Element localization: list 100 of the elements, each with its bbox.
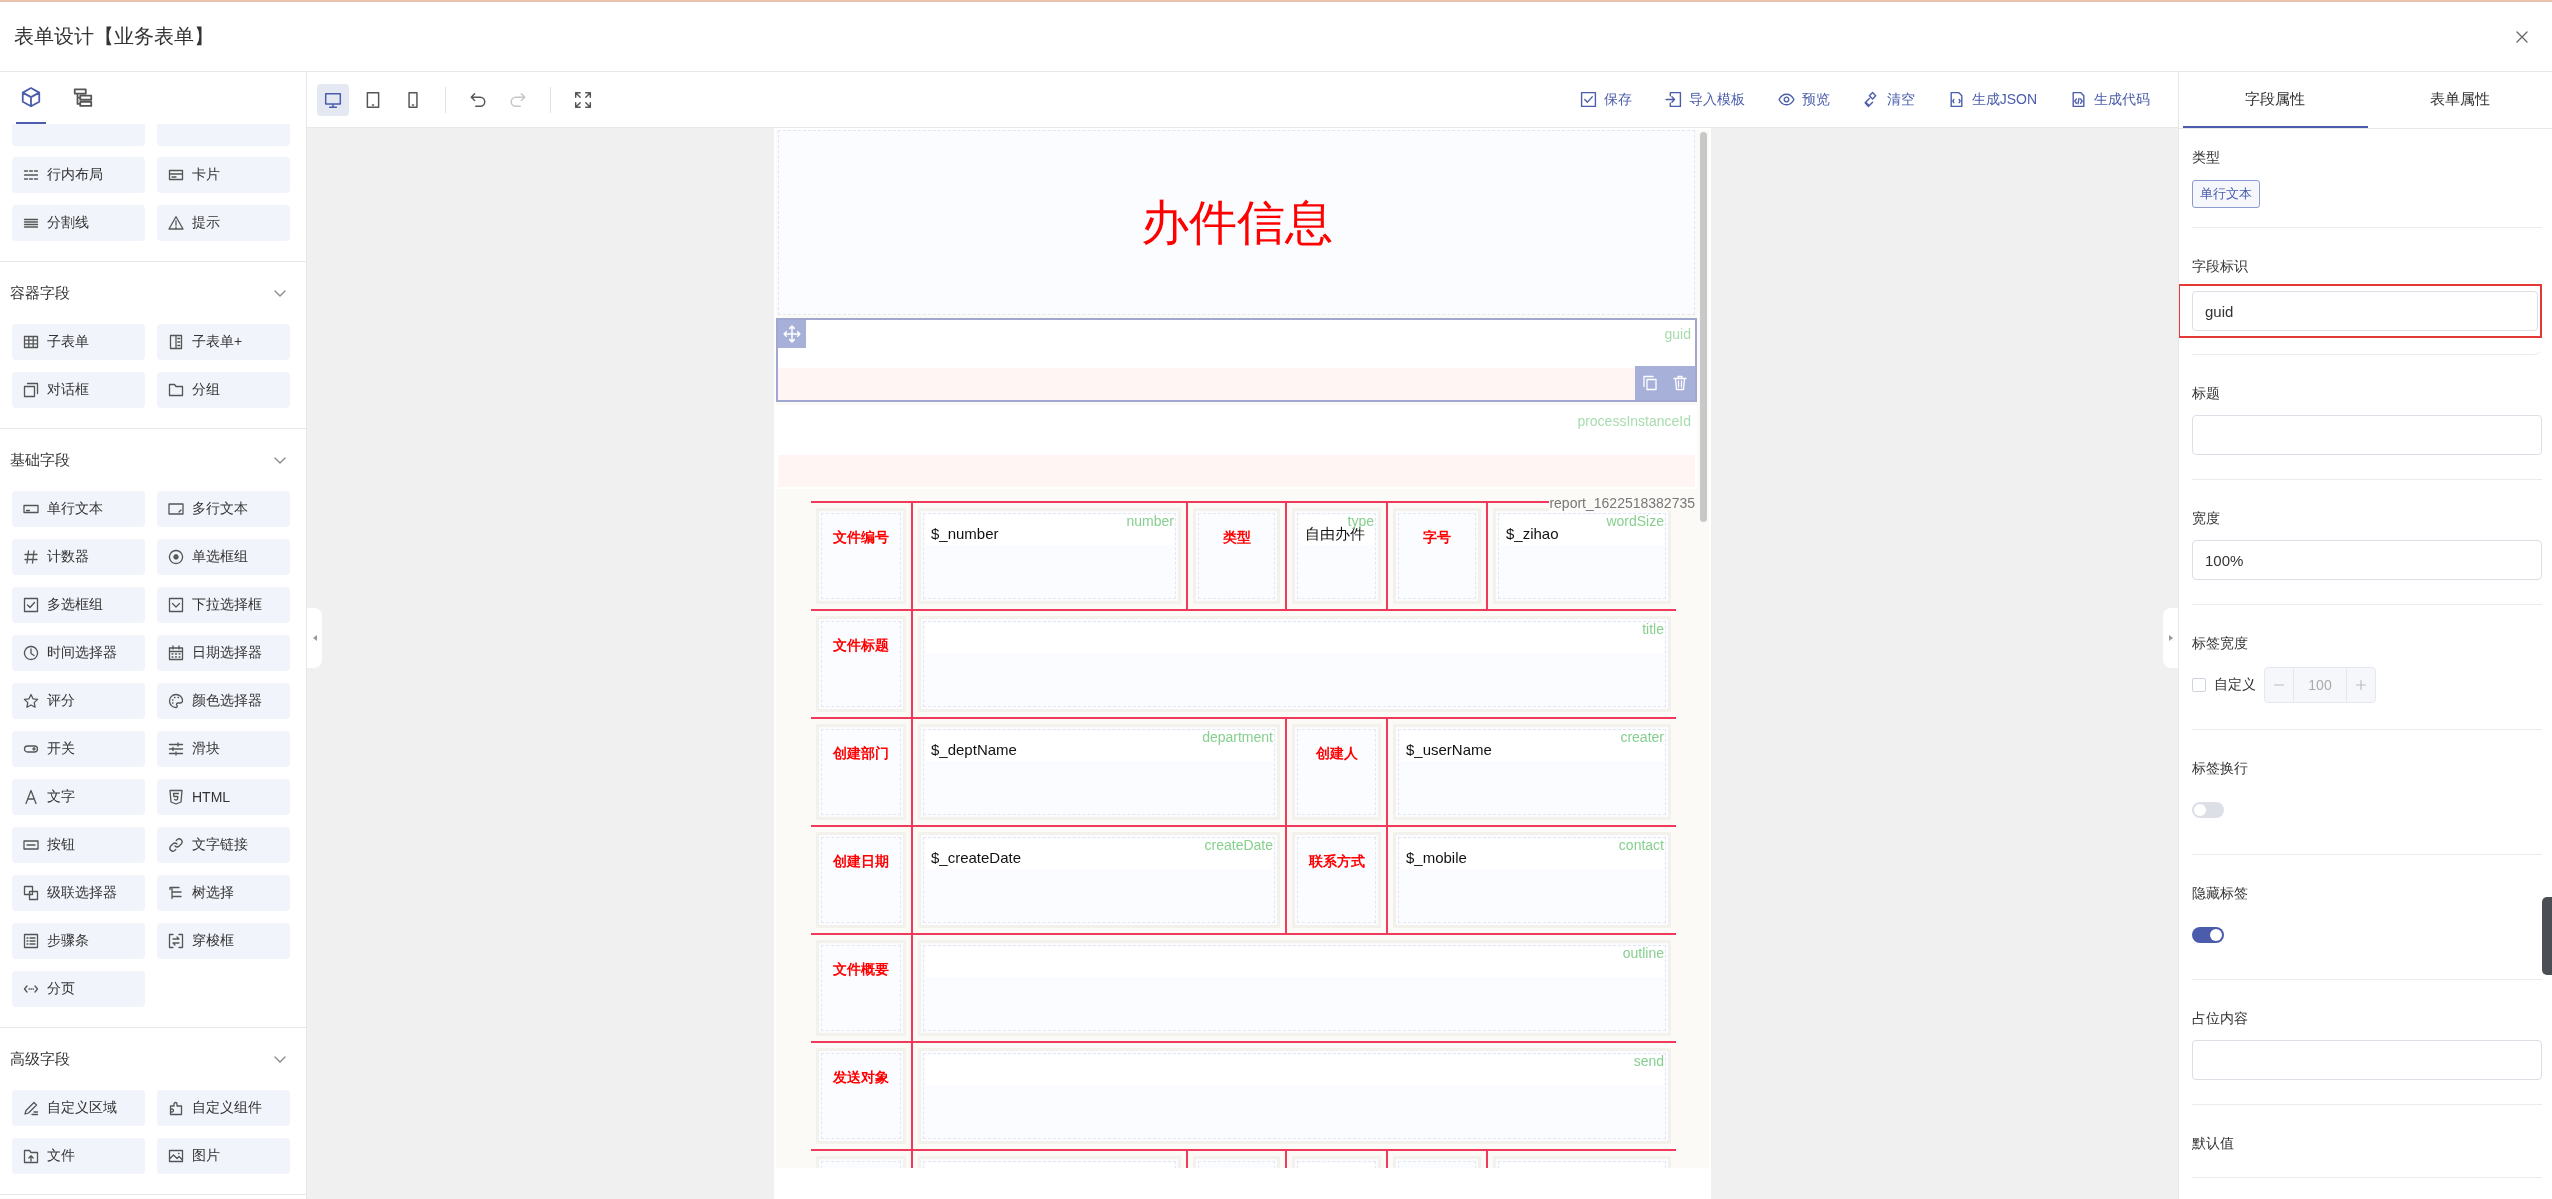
field-label: 发送对象 (833, 1069, 889, 1087)
section-title: 高级字段 (10, 1049, 70, 1069)
panel-tab[interactable]: 字段属性 (2183, 72, 2368, 128)
component-item[interactable]: 级联选择器 (12, 875, 145, 911)
toolbar-action[interactable]: 清空 (1862, 90, 1915, 109)
field-name: creater (1620, 729, 1664, 745)
component-item[interactable]: 滑块 (157, 731, 290, 767)
toolbar-action[interactable]: 导入模板 (1664, 90, 1745, 109)
warning-icon (168, 215, 184, 231)
toolbar-action[interactable]: 保存 (1579, 90, 1632, 109)
component-item[interactable]: 自定义组件 (157, 1090, 290, 1126)
component-label: 卡片 (192, 166, 220, 184)
property-label: 标题 (2192, 384, 2221, 403)
component-item[interactable]: 卡片 (157, 157, 290, 193)
component-label: 时间选择器 (47, 644, 117, 662)
field-name: guid (1664, 326, 1691, 342)
input-cell[interactable]: 自由办件 type (1292, 508, 1381, 604)
window-title: 表单设计【业务表单】 (14, 24, 214, 49)
property-label: 占位内容 (2192, 1009, 2249, 1028)
card-icon (168, 167, 184, 183)
input-cell[interactable]: $_deptName department (918, 724, 1280, 820)
collapse-handle[interactable] (2163, 608, 2178, 668)
window-icon (23, 382, 39, 398)
component-item[interactable]: 步骤条 (12, 923, 145, 959)
component-item[interactable]: 开关 (12, 731, 145, 767)
toggle-switch[interactable] (2192, 802, 2224, 818)
device-button[interactable] (317, 83, 349, 116)
field-name: wordSize (1606, 513, 1664, 529)
component-item[interactable]: 穿梭框 (157, 923, 290, 959)
transfer-icon (168, 933, 184, 949)
field-label: 创建人 (1315, 745, 1358, 763)
component-item[interactable]: 分组 (157, 372, 290, 408)
link-icon (168, 837, 184, 853)
field-name: outline (1622, 945, 1664, 961)
component-item[interactable]: 图片 (157, 1138, 290, 1174)
checkbox[interactable] (2192, 678, 2206, 692)
component-item[interactable]: 行内布局 (12, 157, 145, 193)
toggle-switch[interactable] (2192, 927, 2224, 943)
input-field[interactable]: 100% (2192, 540, 2542, 580)
toolbar-action[interactable]: 预览 (1777, 90, 1830, 109)
component-item[interactable]: 树选择 (157, 875, 290, 911)
component-item[interactable]: 多选框组 (12, 587, 145, 623)
component-item[interactable]: 子表单 (12, 324, 145, 360)
pencil-icon (23, 1100, 39, 1116)
textarea-icon (168, 501, 184, 517)
component-item[interactable]: 单行文本 (12, 491, 145, 527)
input-field[interactable] (2192, 415, 2542, 455)
component-item[interactable]: 文件 (12, 1138, 145, 1174)
input-cell[interactable]: $_mobile contact (1393, 832, 1671, 928)
delete-icon[interactable] (1672, 375, 1688, 391)
component-item[interactable]: 评分 (12, 683, 145, 719)
fullscreen-icon (574, 90, 592, 109)
panel-tab[interactable]: 表单属性 (2367, 72, 2552, 128)
component-item[interactable]: 文字 (12, 779, 145, 815)
component-label: 多行文本 (192, 500, 248, 518)
calendar-icon (168, 645, 184, 661)
outline-icon (72, 86, 94, 108)
squares-icon (23, 885, 39, 901)
component-item[interactable]: 日期选择器 (157, 635, 290, 671)
scrollbar[interactable] (1700, 132, 1707, 522)
property-label: 标签换行 (2192, 759, 2249, 778)
component-label: 滑块 (192, 740, 220, 758)
copy-icon[interactable] (1642, 375, 1658, 391)
field-name: title (1642, 621, 1664, 637)
input-cell[interactable]: $_createDate createDate (918, 832, 1280, 928)
report-name: report_1622518382735 (1549, 495, 1695, 511)
input-field[interactable]: guid (2192, 291, 2538, 331)
component-label: 提示 (192, 214, 220, 232)
component-item[interactable]: 提示 (157, 205, 290, 241)
component-item[interactable]: 计数器 (12, 539, 145, 575)
input-field[interactable] (2192, 1040, 2542, 1080)
toolbar-action[interactable]: 生成代码 (2070, 90, 2150, 109)
component-item[interactable]: 分页 (12, 971, 145, 1007)
component-item[interactable]: 多行文本 (157, 491, 290, 527)
side-widget[interactable] (2542, 897, 2552, 975)
component-item[interactable]: 时间选择器 (12, 635, 145, 671)
component-item[interactable]: 对话框 (12, 372, 145, 408)
drag-handle[interactable] (778, 320, 806, 348)
component-item[interactable]: 文字链接 (157, 827, 290, 863)
cube-icon (20, 86, 42, 108)
component-item[interactable]: 自定义区域 (12, 1090, 145, 1126)
component-label: 步骤条 (47, 932, 89, 950)
component-label: 分组 (192, 381, 220, 399)
component-item[interactable]: 单选框组 (157, 539, 290, 575)
component-item[interactable]: 子表单+ (157, 324, 290, 360)
toolbar-action[interactable]: 生成JSON (1947, 90, 2037, 109)
dropdown-icon (168, 597, 184, 613)
file-code-icon (2070, 91, 2087, 108)
dashed-lines-icon (23, 167, 39, 183)
component-label: 图片 (192, 1147, 220, 1165)
input-cell[interactable]: $_userName creater (1393, 724, 1671, 820)
component-item[interactable]: 下拉选择框 (157, 587, 290, 623)
input-cell[interactable]: $_number number (918, 508, 1181, 604)
component-item[interactable]: 颜色选择器 (157, 683, 290, 719)
component-item[interactable]: 分割线 (12, 205, 145, 241)
component-label: 多选框组 (47, 596, 103, 614)
component-item[interactable]: HTML (157, 779, 290, 815)
component-item[interactable]: 按钮 (12, 827, 145, 863)
collapse-handle[interactable] (307, 608, 322, 668)
component-label: 级联选择器 (47, 884, 117, 902)
